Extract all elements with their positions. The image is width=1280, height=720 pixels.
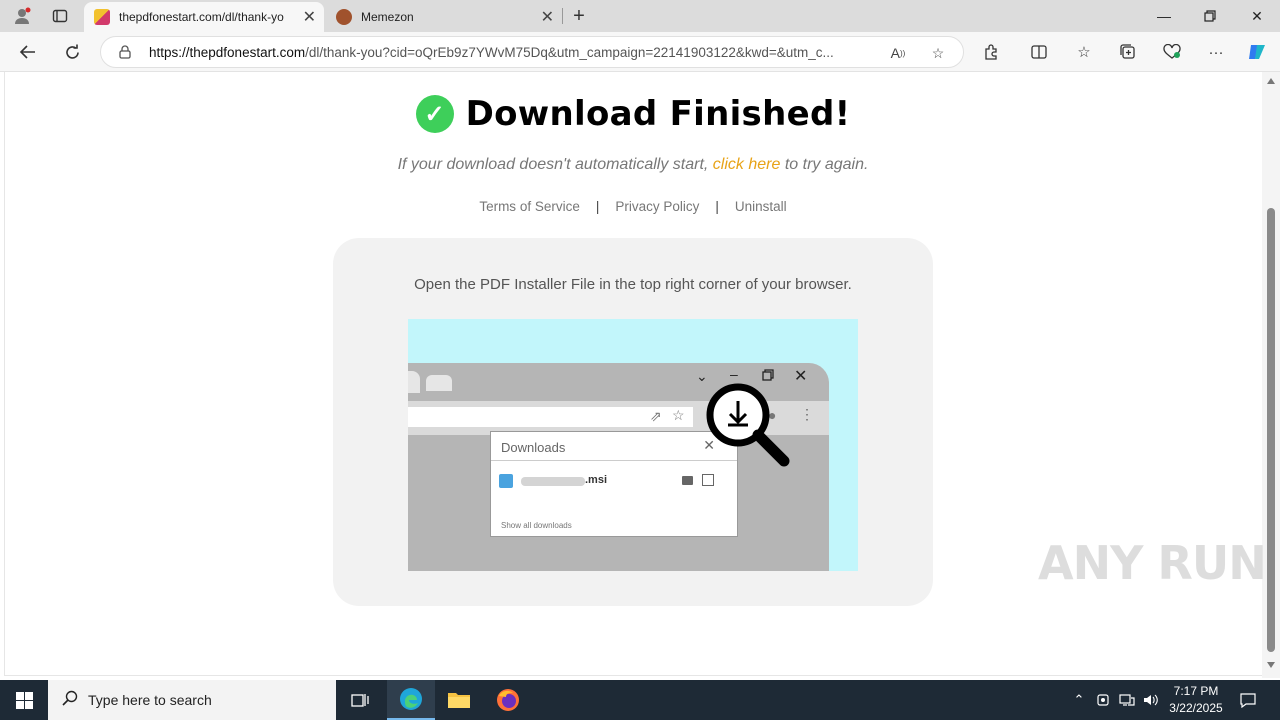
split-screen-icon[interactable]	[1026, 40, 1052, 64]
retry-message: If your download doesn't automatically s…	[397, 156, 869, 173]
read-aloud-icon[interactable]: A))	[887, 43, 909, 63]
tab-close-icon[interactable]: ✕	[303, 7, 316, 27]
mock-star-icon: ☆	[672, 407, 685, 423]
tab-title: thepdfonestart.com/dl/thank-yo	[119, 10, 284, 24]
blurred-filename	[521, 477, 585, 486]
show-all-downloads: Show all downloads	[501, 521, 572, 530]
address-bar[interactable]: https://thepdfonestart.com/dl/thank-you?…	[100, 36, 964, 68]
volume-icon[interactable]	[1140, 680, 1162, 720]
instruction-card: Open the PDF Installer File in the top r…	[333, 238, 933, 606]
network-icon[interactable]	[1116, 680, 1138, 720]
mock-downloads-popup: Downloads ✕ .msi Show all downloads	[490, 431, 738, 537]
windows-taskbar: Type here to search ⌃ 7:17 PM 3/22/2025	[0, 680, 1280, 720]
new-tab-button[interactable]: +	[566, 4, 592, 28]
mock-close-icon: ✕	[794, 368, 808, 385]
browser-essentials-icon[interactable]	[1159, 40, 1185, 64]
url-text[interactable]: https://thepdfonestart.com/dl/thank-you?…	[149, 45, 874, 60]
instruction-text: Open the PDF Installer File in the top r…	[414, 276, 852, 293]
tab-actions-icon[interactable]	[46, 4, 74, 28]
close-window-button[interactable]: ✕	[1234, 0, 1280, 32]
clock-date: 3/22/2025	[1169, 701, 1223, 715]
edge-icon	[400, 688, 422, 710]
extensions-icon[interactable]	[978, 40, 1004, 64]
tab-close-icon[interactable]: ✕	[541, 7, 554, 27]
show-hidden-icons-chevron-up-icon[interactable]: ⌃	[1068, 680, 1090, 720]
downloads-title: Downloads	[501, 440, 566, 455]
back-button[interactable]	[13, 38, 43, 66]
favorite-star-icon[interactable]: ☆	[927, 43, 949, 63]
terms-of-service-link[interactable]: Terms of Service	[479, 199, 580, 214]
edge-taskbar-app[interactable]	[387, 680, 435, 720]
site-favicon-icon	[94, 9, 110, 25]
lock-icon[interactable]	[119, 45, 131, 59]
open-external-icon	[702, 474, 714, 486]
notifications-icon[interactable]	[1236, 680, 1260, 720]
scroll-up-arrow-icon[interactable]	[1267, 78, 1275, 84]
mock-menu-icon: ⋮	[800, 406, 814, 422]
tab-strip: thepdfonestart.com/dl/thank-yo ✕ Memezon…	[0, 0, 1280, 32]
folder-icon	[682, 476, 693, 485]
tab-divider	[562, 8, 563, 24]
downloads-illustration: ⌄ – ✕ ⇗ ☆ ● ⋮ Downloads ✕ .msi Show all …	[408, 319, 858, 571]
tab-memezon[interactable]: Memezon ✕	[326, 2, 562, 32]
anyrun-watermark: ANY RUN	[1038, 536, 1267, 590]
browser-toolbar: https://thepdfonestart.com/dl/thank-you?…	[0, 32, 1280, 72]
collections-icon[interactable]	[1115, 40, 1141, 64]
meet-now-icon[interactable]	[1092, 680, 1114, 720]
divider	[491, 460, 737, 461]
clock-time: 7:17 PM	[1173, 684, 1219, 698]
mock-tab	[426, 375, 452, 391]
scroll-down-arrow-icon[interactable]	[1267, 662, 1275, 668]
system-clock[interactable]: 7:17 PM 3/22/2025	[1166, 683, 1226, 717]
installer-file-icon	[499, 474, 513, 488]
privacy-policy-link[interactable]: Privacy Policy	[615, 199, 699, 214]
firefox-icon	[497, 689, 519, 711]
page-border	[4, 675, 1262, 676]
check-circle-icon: ✓	[415, 95, 454, 133]
copilot-icon[interactable]	[1244, 40, 1270, 64]
firefox-taskbar-app[interactable]	[484, 680, 532, 720]
taskbar-search-box[interactable]: Type here to search	[48, 680, 336, 720]
memezon-favicon-icon	[336, 9, 352, 25]
uninstall-link[interactable]: Uninstall	[735, 199, 787, 214]
tab-thepdfonestart[interactable]: thepdfonestart.com/dl/thank-yo ✕	[84, 2, 324, 32]
link-separator: |	[595, 199, 600, 214]
task-view-button[interactable]	[336, 680, 384, 720]
footer-links: Terms of Service | Privacy Policy | Unin…	[0, 199, 1266, 214]
start-button[interactable]	[0, 680, 48, 720]
more-menu-icon[interactable]: ···	[1203, 40, 1229, 64]
mock-tab	[408, 371, 420, 393]
restore-button[interactable]	[1187, 0, 1233, 32]
scrollbar-thumb[interactable]	[1267, 208, 1275, 652]
tab-title: Memezon	[361, 10, 414, 24]
download-finished-heading: ✓ Download Finished!	[0, 94, 1266, 134]
folder-icon	[448, 693, 470, 708]
windows-logo-icon	[15, 691, 33, 709]
file-explorer-taskbar-app[interactable]	[435, 680, 483, 720]
minimize-button[interactable]: —	[1141, 0, 1187, 32]
search-icon	[62, 690, 78, 711]
refresh-button[interactable]	[57, 38, 87, 66]
profile-icon[interactable]	[8, 4, 36, 28]
magnifier-download-icon	[706, 383, 790, 467]
favorites-icon[interactable]: ☆	[1071, 40, 1097, 64]
mock-minimize-icon: –	[730, 366, 738, 382]
mock-share-icon: ⇗	[650, 408, 662, 424]
search-placeholder: Type here to search	[88, 692, 212, 708]
page-title: Download Finished!	[465, 94, 851, 134]
file-extension: .msi	[585, 474, 608, 486]
click-here-link[interactable]: click here	[713, 156, 781, 173]
link-separator: |	[715, 199, 719, 214]
